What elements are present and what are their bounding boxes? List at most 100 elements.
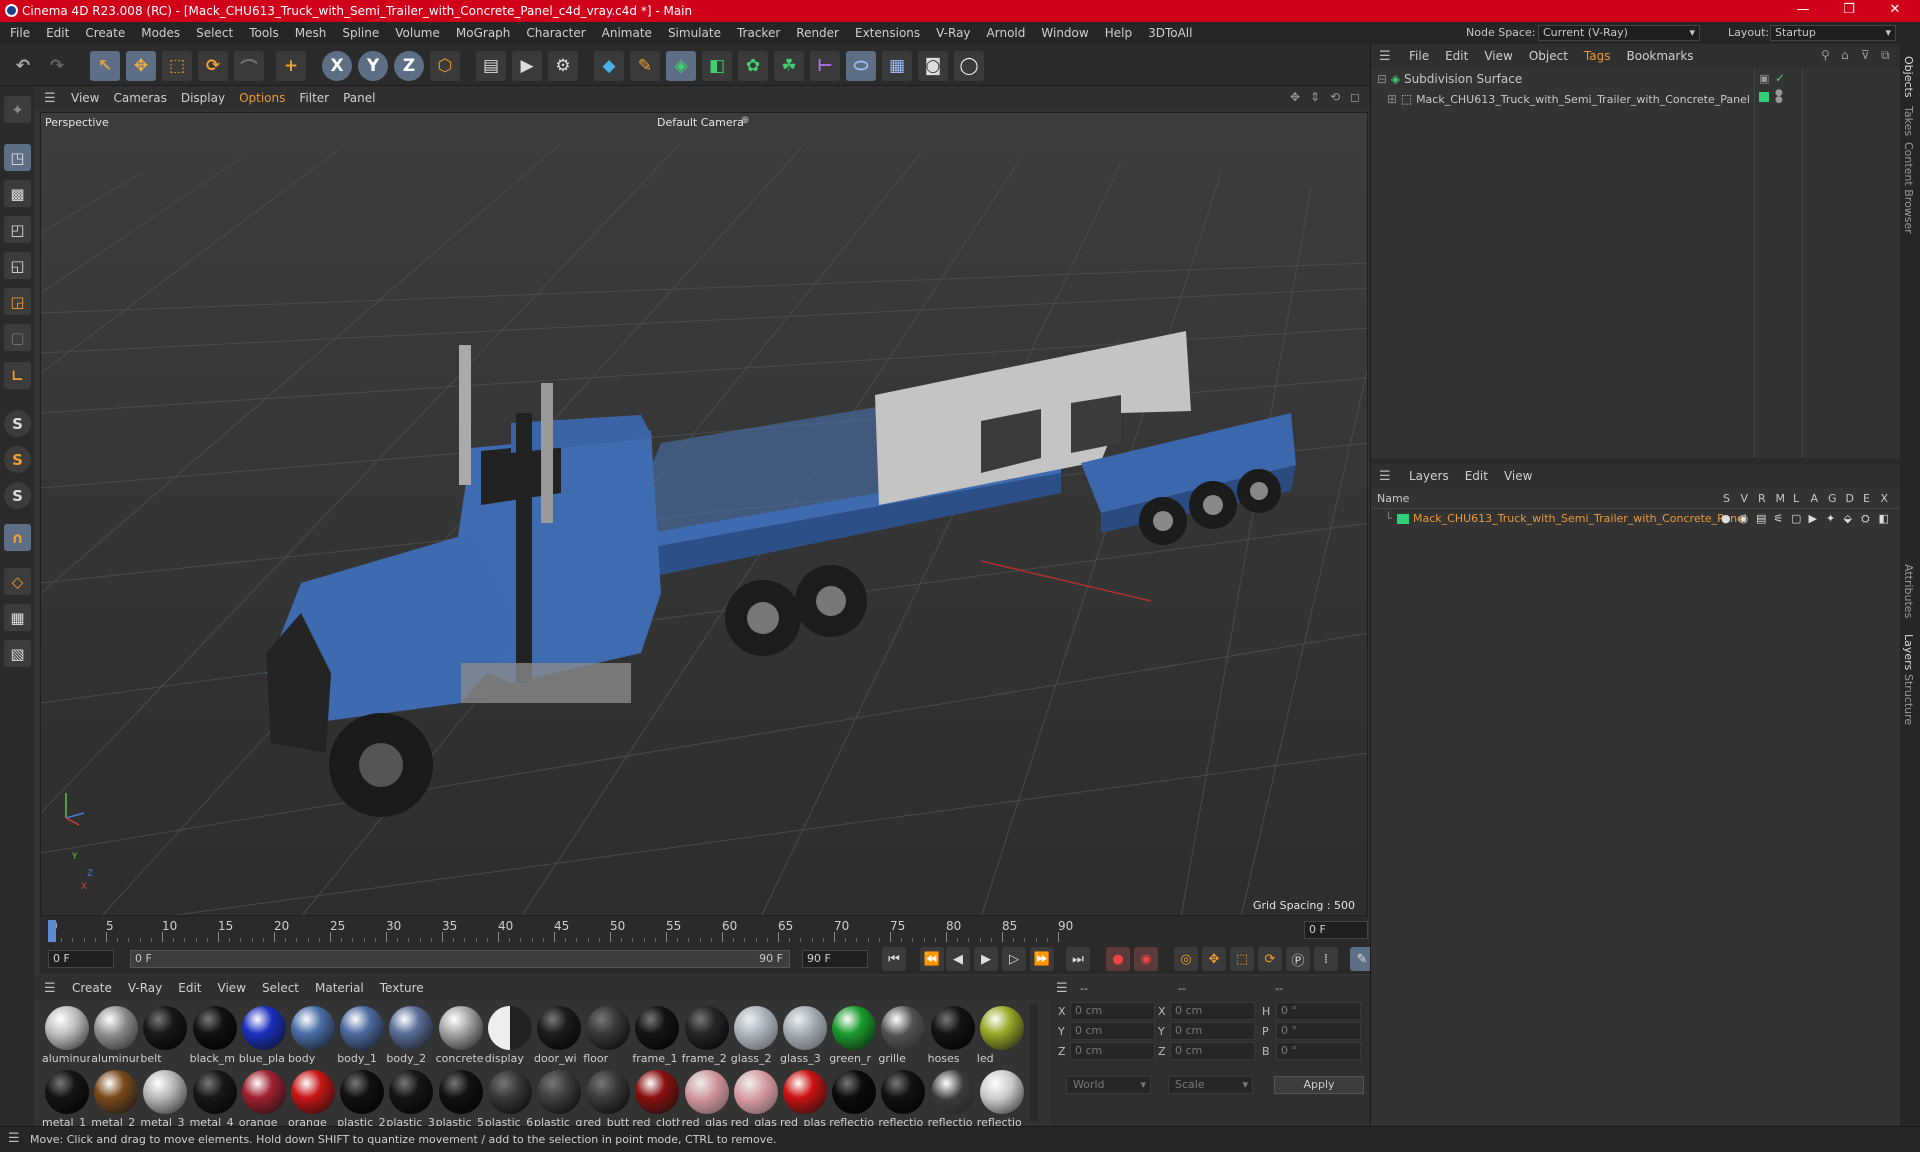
material-swatch[interactable]: reflectio — [878, 1068, 928, 1126]
texture-mode-icon[interactable]: ▩ — [4, 180, 31, 207]
viewport-menu-panel[interactable]: Panel — [336, 86, 382, 110]
material-swatch[interactable]: plastic_3 — [386, 1068, 436, 1126]
rotation-field[interactable]: 0 ° — [1276, 1042, 1361, 1060]
workplane-icon[interactable]: ◇ — [4, 568, 31, 595]
layer-flag-toggle-icon[interactable]: ⛭ — [1861, 512, 1870, 526]
takes-tab[interactable]: Takes — [1902, 106, 1915, 136]
subdivision-surface-icon[interactable]: ◈ — [666, 51, 696, 81]
position-field[interactable]: 0 cm — [1070, 1042, 1155, 1060]
material-swatch[interactable]: body_1 — [337, 1004, 387, 1068]
timeline-ruler[interactable]: 051015202530354045505560657075808590 0 F — [40, 916, 1368, 944]
material-swatch[interactable]: red_glas — [731, 1068, 781, 1126]
coordinate-mode-dropdown[interactable]: Scale ▾ — [1168, 1076, 1253, 1094]
size-field[interactable]: 0 cm — [1170, 1022, 1255, 1040]
material-swatch[interactable]: red_plas — [780, 1068, 830, 1126]
current-frame-field[interactable]: 0 F — [1304, 921, 1368, 939]
menu-select[interactable]: Select — [188, 22, 241, 44]
material-swatch[interactable]: body — [288, 1004, 338, 1068]
next-key-icon[interactable]: ⏩ — [1030, 947, 1054, 971]
snap-icon[interactable]: S — [4, 410, 31, 437]
record-icon[interactable]: ● — [1106, 947, 1130, 971]
move-tool-icon[interactable]: ✥ — [126, 51, 156, 81]
y-axis-lock-icon[interactable]: Y — [358, 51, 388, 81]
rotation-field[interactable]: 0 ° — [1276, 1002, 1361, 1020]
layer-color-swatch[interactable] — [1397, 514, 1409, 524]
viewport-menu-view[interactable]: View — [64, 86, 106, 110]
enabled-check-icon[interactable]: ✓ — [1775, 71, 1785, 85]
layer-name[interactable]: Mack_CHU613_Truck_with_Semi_Trailer_with… — [1413, 512, 1747, 525]
apply-button[interactable]: Apply — [1274, 1076, 1364, 1094]
layer-flag-toggle-icon[interactable]: ● — [1721, 512, 1731, 525]
menu-animate[interactable]: Animate — [594, 22, 660, 44]
polygons-mode-icon[interactable]: ◲ — [4, 288, 31, 315]
material-swatch[interactable]: hoses — [928, 1004, 978, 1068]
object-menu-file[interactable]: File — [1401, 44, 1437, 68]
material-swatch[interactable]: plastic_6 — [485, 1068, 535, 1126]
material-scrollbar[interactable] — [1030, 1004, 1038, 1122]
material-swatch[interactable]: orange_ — [239, 1068, 289, 1126]
layer-flag-toggle-icon[interactable]: ◉ — [1739, 512, 1749, 525]
material-swatch[interactable]: floor — [583, 1004, 633, 1068]
viewport-menu-filter[interactable]: Filter — [292, 86, 336, 110]
material-swatch[interactable]: aluminum — [91, 1004, 141, 1068]
material-swatch[interactable]: orange_ — [288, 1068, 338, 1126]
previous-key-icon[interactable]: ⏪ — [920, 947, 944, 971]
start-frame-field[interactable]: 0 F — [48, 950, 114, 968]
size-field[interactable]: 0 cm — [1170, 1042, 1255, 1060]
key-pla-icon[interactable]: ⁞ — [1314, 947, 1338, 971]
attributes-tab[interactable]: Attributes — [1902, 564, 1915, 618]
layer-flag-toggle-icon[interactable]: ✦ — [1826, 512, 1835, 525]
camera-target-icon[interactable]: ⊕ — [741, 115, 749, 126]
mograph-cloner-icon[interactable]: ✿ — [738, 51, 768, 81]
menu-v-ray[interactable]: V-Ray — [928, 22, 978, 44]
material-swatch[interactable]: reflectio — [977, 1068, 1027, 1126]
menu-help[interactable]: Help — [1097, 22, 1140, 44]
search-icon[interactable]: ⚲ — [1821, 48, 1830, 62]
material-swatch[interactable]: glass_2 — [731, 1004, 781, 1068]
layer-menu-edit[interactable]: Edit — [1457, 464, 1496, 488]
keyframe-selection-icon[interactable]: ◎ — [1174, 947, 1198, 971]
object-menu-tags[interactable]: Tags — [1576, 44, 1619, 68]
menu-tools[interactable]: Tools — [241, 22, 287, 44]
workplane-snap-icon[interactable]: S — [4, 482, 31, 509]
grid-icon[interactable]: ▦ — [4, 604, 31, 631]
material-swatch[interactable]: red_cloth — [632, 1068, 682, 1126]
material-swatch[interactable]: reflectio — [829, 1068, 879, 1126]
material-swatch[interactable]: glass_3 — [780, 1004, 830, 1068]
menu-mograph[interactable]: MoGraph — [448, 22, 519, 44]
end-frame-field[interactable]: 90 F — [802, 950, 868, 968]
menu-simulate[interactable]: Simulate — [660, 22, 729, 44]
layer-flag-toggle-icon[interactable]: ⚟ — [1774, 512, 1784, 525]
floor-icon[interactable]: ▦ — [882, 51, 912, 81]
menu-spline[interactable]: Spline — [334, 22, 387, 44]
minimize-button[interactable]: — — [1780, 0, 1826, 22]
object-menu-object[interactable]: Object — [1521, 44, 1576, 68]
object-menu-bookmarks[interactable]: Bookmarks — [1619, 44, 1702, 68]
visibility-dots-icon[interactable]: ● ● — [1775, 89, 1783, 105]
menu-character[interactable]: Character — [518, 22, 593, 44]
key-scale-icon[interactable]: ⬚ — [1230, 947, 1254, 971]
material-swatch[interactable]: metal_1 — [42, 1068, 92, 1126]
object-menu-view[interactable]: View — [1476, 44, 1520, 68]
next-frame-icon[interactable]: ▷ — [1002, 947, 1026, 971]
rotation-field[interactable]: 0 ° — [1276, 1022, 1361, 1040]
layout-dropdown[interactable]: Startup ▾ — [1770, 25, 1896, 41]
close-button[interactable]: ✕ — [1872, 0, 1918, 22]
redo-icon[interactable]: ↷ — [42, 51, 72, 81]
go-to-start-icon[interactable]: ⏮ — [882, 947, 906, 971]
select-tool-icon[interactable]: ↖ — [90, 51, 120, 81]
maximize-view-icon[interactable]: ◻ — [1350, 90, 1360, 104]
viewport-menu-options[interactable]: Options — [232, 86, 292, 110]
instance-icon[interactable]: ☘ — [774, 51, 804, 81]
material-swatch[interactable]: reflectio — [928, 1068, 978, 1126]
points-mode-icon[interactable]: ◰ — [4, 216, 31, 243]
menu-file[interactable]: File — [2, 22, 38, 44]
restore-button[interactable]: ❐ — [1826, 0, 1872, 22]
position-field[interactable]: 0 cm — [1070, 1002, 1155, 1020]
new-window-icon[interactable]: ⧉ — [1881, 48, 1890, 63]
material-menu-view[interactable]: View — [210, 976, 254, 1000]
material-menu-edit[interactable]: Edit — [170, 976, 209, 1000]
material-swatch[interactable]: metal_4 — [190, 1068, 240, 1126]
size-field[interactable]: 0 cm — [1170, 1002, 1255, 1020]
cube-primitive-icon[interactable]: ◆ — [594, 51, 624, 81]
